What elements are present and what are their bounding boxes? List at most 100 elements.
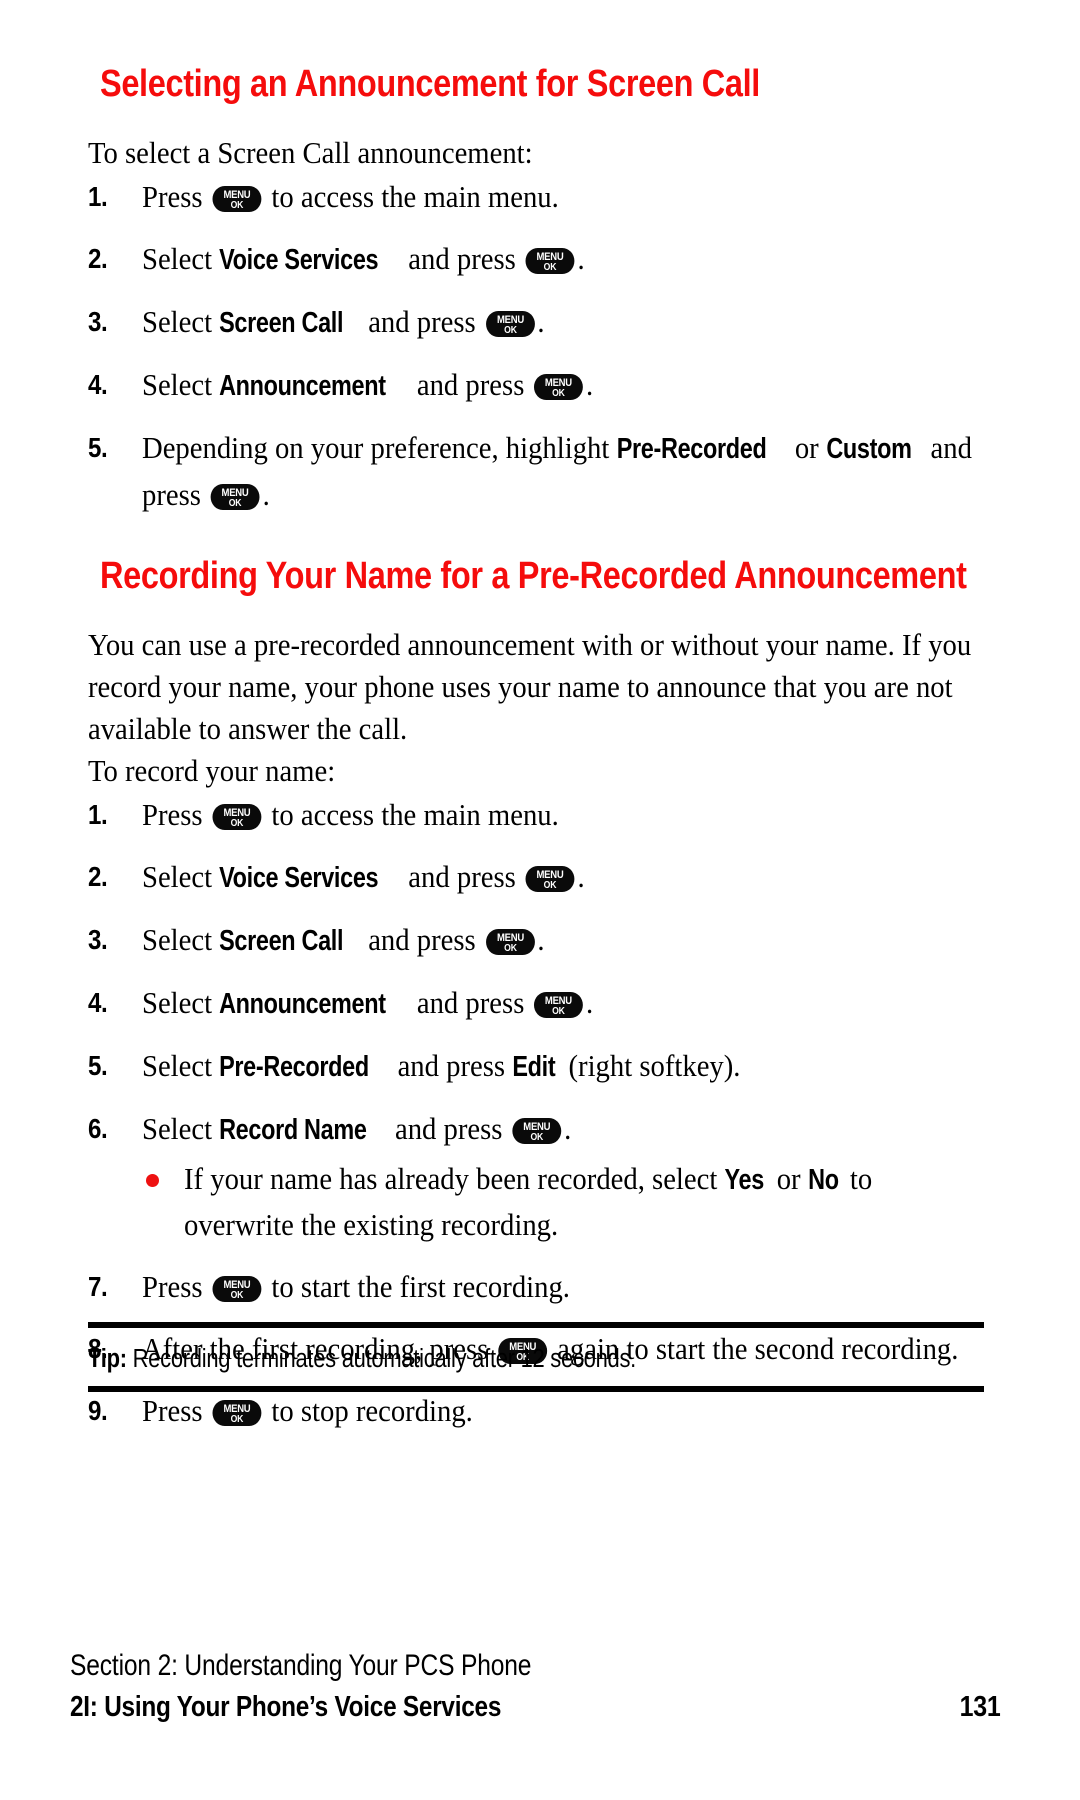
step-text: Select Screen Call and press MENU OK. [142,299,989,346]
footer-chapter-row: 2I: Using Your Phone’s Voice Services 13… [70,1691,1000,1724]
step-text: Select Announcement and press MENU OK. [142,980,989,1027]
footer-chapter-label: 2I: Using Your Phone’s Voice Services [70,1691,502,1723]
step-number: 1. [88,181,108,212]
step-item: 5. Depending on your preference, highligh… [88,425,992,518]
footer-section-label: Section 2: Understanding Your PCS Phone [70,1649,532,1682]
step-item: 4. Select Announcement and press MENU OK. [88,980,992,1027]
step-item: 2. Select Voice Services and press MENU OK… [88,854,992,901]
footer-page-number: 131 [959,1691,1000,1723]
step-text: Select Screen Call and press MENU OK. [142,917,989,964]
step-number: 4. [88,369,108,400]
step-text: Select Voice Services and press MENU OK. [142,854,989,901]
menu-name-text: Announcement [219,988,386,1020]
tip-label: Tip: [88,1345,127,1373]
step-number: 3. [88,306,108,337]
menu-name-text: Screen Call [219,925,344,957]
menu-ok-key-icon: MENU OK [485,929,535,955]
page-content: Selecting an Announcement for Screen Cal… [88,62,992,1450]
step-text: Select Pre-Recorded and press Edit (righ… [142,1043,989,1090]
menu-ok-key-icon: MENU OK [212,804,262,830]
step-number: 3. [88,924,108,955]
tip-rule-top [88,1322,984,1328]
step-number: 1. [88,799,108,830]
sub-bullet-item: If your name has already been recorded, … [142,1157,992,1248]
ok-key-label: OK [503,943,517,954]
step-text: Press MENU OK to stop recording. [142,1394,473,1428]
menu-name-text: Custom [825,433,912,465]
menu-ok-key-icon: MENU OK [525,248,575,274]
step-item: 1. Press MENU OK to access the main menu. [88,174,992,220]
step-number: 2. [88,861,108,892]
step-text: Select Record Name and press MENU OK. [142,1106,989,1153]
step-number: 4. [88,987,108,1018]
menu-ok-key-icon: MENU OK [212,186,262,212]
sub-bullet-list: If your name has already been recorded, … [142,1157,992,1248]
tip-message: Recording terminates automatically after… [126,1345,637,1373]
ok-key-label: OK [543,262,557,273]
menu-ok-key-icon: MENU OK [534,992,584,1018]
menu-name-text: Pre-Recorded [616,433,767,465]
step-number: 9. [88,1395,108,1426]
step-item: 5. Select Pre-Recorded and press Edit (ri… [88,1043,992,1090]
tip-text: Tip: Recording terminates automatically … [88,1342,982,1376]
menu-ok-key-icon: MENU OK [525,866,575,892]
page-title-selecting-announcement: Selecting an Announcement for Screen Cal… [100,63,760,105]
menu-ok-key-icon: MENU OK [212,1400,262,1426]
ok-key-label: OK [230,1290,244,1301]
menu-name-text: Edit [512,1051,556,1083]
section-2-heading-wrap: Recording Your Name for a Pre-Recorded A… [100,554,992,598]
ok-key-label: OK [552,388,566,399]
step-item: 1. Press MENU OK to access the main menu. [88,792,992,838]
tip-box: Tip: Recording terminates automatically … [88,1322,984,1392]
step-item: 3. Select Screen Call and press MENU OK. [88,299,992,346]
menu-name-text: No [807,1164,839,1196]
tip-rule-bottom [88,1386,984,1392]
step-number: 6. [88,1113,108,1144]
step-item: 4. Select Announcement and press MENU OK. [88,362,992,409]
section-2-paragraph: You can use a pre-recorded announcement … [88,628,972,746]
ok-key-label: OK [552,1006,566,1017]
step-text: Depending on your preference, highlight … [142,425,989,518]
page-title-recording-your-name: Recording Your Name for a Pre-Recorded A… [100,555,967,597]
ok-key-label: OK [543,880,557,891]
step-item: 3. Select Screen Call and press MENU OK. [88,917,992,964]
page-footer: Section 2: Understanding Your PCS Phone … [70,1647,1000,1724]
ok-key-label: OK [230,200,244,211]
menu-ok-key-icon: MENU OK [212,1276,262,1302]
step-number: 5. [88,1050,108,1081]
section-1-intro-text: To select a Screen Call announcement: [88,136,533,170]
menu-name-text: Voice Services [219,862,379,894]
step-item: 9. Press MENU OK to stop recording. [88,1388,992,1434]
step-text: Select Announcement and press MENU OK. [142,362,989,409]
section-1-step-list: 1. Press MENU OK to access the main menu. 2… [88,174,992,518]
manual-page: Selecting an Announcement for Screen Cal… [0,0,1080,1800]
menu-ok-key-icon: MENU OK [534,374,584,400]
step-text: Select Voice Services and press MENU OK. [142,236,989,283]
menu-name-text: Record Name [219,1114,367,1146]
step-item: 2. Select Voice Services and press MENU OK… [88,236,992,283]
sub-bullet-text: If your name has already been recorded, … [184,1157,989,1248]
step-item: 7. Press MENU OK to start the first record… [88,1264,992,1310]
menu-name-text: Announcement [219,370,386,402]
ok-key-label: OK [230,1414,244,1425]
step-number: 2. [88,243,108,274]
menu-name-text: Pre-Recorded [219,1051,369,1083]
step-text: Press MENU OK to start the first recordin… [142,1270,570,1304]
step-item: 6. Select Record Name and press MENU OK. If… [88,1106,992,1248]
section-2-intro-text: To record your name: [88,754,336,788]
step-text: Press MENU OK to access the main menu. [142,180,559,214]
ok-key-label: OK [229,498,242,509]
step-text: Press MENU OK to access the main menu. [142,798,559,832]
ok-key-label: OK [530,1132,544,1143]
section-1-heading-wrap: Selecting an Announcement for Screen Cal… [100,62,992,106]
ok-key-label: OK [503,325,517,336]
step-number: 5. [88,432,108,463]
menu-name-text: Screen Call [219,307,344,339]
menu-ok-key-icon: MENU OK [512,1118,562,1144]
step-number: 7. [88,1271,108,1302]
ok-key-label: OK [230,818,244,829]
menu-name-text: Yes [724,1164,764,1196]
menu-ok-key-icon: MENU OK [485,311,535,337]
menu-name-text: Voice Services [219,244,379,276]
menu-ok-key-icon: MENU OK [210,484,260,510]
